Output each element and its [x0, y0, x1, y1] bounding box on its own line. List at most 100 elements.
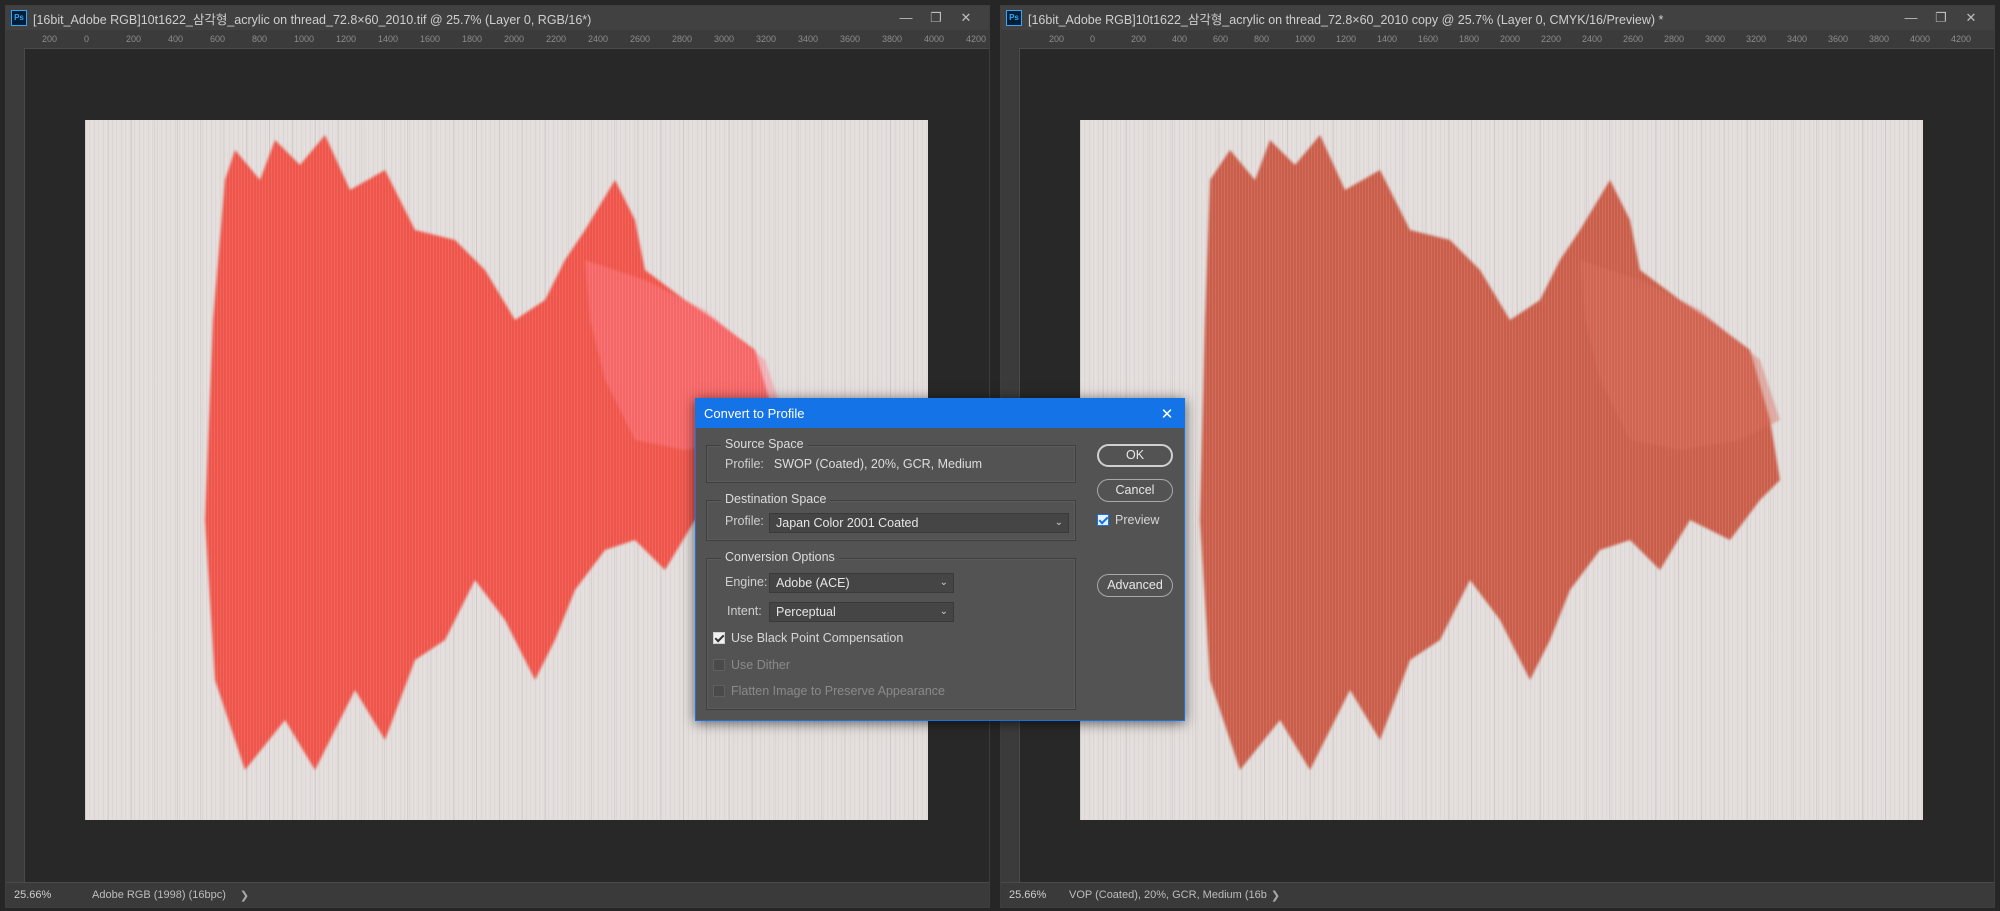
ruler-tick-label: 2400 [588, 34, 609, 44]
status-bar: 25.66% VOP (Coated), 20%, GCR, Medium (1… [1001, 882, 1994, 907]
destination-profile-label: Profile: [725, 514, 764, 528]
checkbox-icon [713, 685, 725, 697]
ruler-tick-label: 3000 [1705, 34, 1726, 44]
ruler-tick-label: 200 [126, 34, 142, 44]
ruler-corner[interactable] [6, 30, 24, 48]
convert-to-profile-dialog[interactable]: Convert to Profile ✕ Source Space Profil… [695, 398, 1185, 721]
destination-space-group: Destination Space Profile: Japan Color 2… [706, 492, 1076, 541]
ruler-corner[interactable] [1001, 30, 1019, 48]
ruler-tick-label: 3000 [714, 34, 735, 44]
ruler-tick-label: 2600 [1623, 34, 1644, 44]
intent-select[interactable]: Perceptual ⌄ [769, 602, 954, 622]
use-dither-checkbox: Use Dither [713, 658, 790, 672]
conversion-options-label: Conversion Options [721, 550, 839, 564]
ruler-tick-label: 800 [1254, 34, 1270, 44]
ruler-tick-label: 1800 [462, 34, 483, 44]
flatten-image-checkbox: Flatten Image to Preserve Appearance [713, 684, 945, 698]
zoom-level[interactable]: 25.66% [1001, 889, 1067, 901]
ruler-tick-label: 0 [84, 34, 90, 44]
ruler-tick-label: 3200 [1746, 34, 1767, 44]
chevron-down-icon: ⌄ [1054, 517, 1063, 528]
minimize-icon[interactable]: — [891, 10, 921, 26]
ruler-tick-label: 200 [42, 34, 58, 44]
black-point-compensation-checkbox[interactable]: Use Black Point Compensation [713, 631, 903, 645]
horizontal-ruler[interactable]: 200 0 200 400 600 800 1000 1200 1400 1600 1800 2000… [1019, 30, 1994, 49]
close-icon[interactable]: ✕ [1956, 10, 1986, 26]
document-profile-info: VOP (Coated), 20%, GCR, Medium (16b [1069, 889, 1267, 901]
artwork-image [1080, 120, 1923, 820]
close-icon[interactable]: ✕ [951, 10, 981, 26]
conversion-options-group: Conversion Options Engine: Adobe (ACE) ⌄… [706, 550, 1076, 710]
use-dither-label: Use Dither [731, 658, 791, 672]
ruler-tick-label: 600 [210, 34, 226, 44]
ruler-tick-label: 200 [1131, 34, 1147, 44]
ruler-tick-label: 3800 [1869, 34, 1890, 44]
ruler-tick-label: 200 [1049, 34, 1065, 44]
document-title: [16bit_Adobe RGB]10t1622_삼각형_acrylic on … [1028, 12, 1664, 27]
ruler-tick-label: 2800 [1664, 34, 1685, 44]
ruler-tick-label: 3200 [756, 34, 777, 44]
ruler-tick-label: 1200 [336, 34, 357, 44]
intent-value: Perceptual [776, 605, 836, 619]
ok-button[interactable]: OK [1097, 444, 1173, 467]
ruler-tick-label: 1600 [1418, 34, 1439, 44]
checkbox-icon[interactable] [1097, 514, 1109, 526]
ruler-tick-label: 3600 [840, 34, 861, 44]
ruler-tick-label: 600 [1213, 34, 1229, 44]
ruler-tick-label: 2200 [546, 34, 567, 44]
ruler-tick-label: 3400 [1787, 34, 1808, 44]
ruler-tick-label: 2400 [1582, 34, 1603, 44]
chevron-down-icon: ⌄ [939, 606, 948, 617]
ruler-tick-label: 4200 [966, 34, 987, 44]
ruler-tick-label: 4200 [1951, 34, 1972, 44]
ruler-tick-label: 1600 [420, 34, 441, 44]
restore-icon[interactable]: ❐ [1926, 10, 1956, 26]
advanced-button[interactable]: Advanced [1097, 574, 1173, 597]
ruler-tick-label: 1000 [1295, 34, 1316, 44]
minimize-icon[interactable]: — [1896, 10, 1926, 26]
chevron-right-icon[interactable]: ❯ [1271, 889, 1280, 902]
checkbox-icon[interactable] [713, 632, 725, 644]
paint-shape [1200, 135, 1780, 770]
destination-profile-select[interactable]: Japan Color 2001 Coated ⌄ [769, 513, 1069, 533]
chevron-right-icon[interactable]: ❯ [240, 889, 249, 902]
black-point-compensation-label: Use Black Point Compensation [731, 631, 904, 645]
ruler-tick-label: 1400 [378, 34, 399, 44]
ruler-tick-label: 800 [252, 34, 268, 44]
dialog-titlebar[interactable]: Convert to Profile ✕ [696, 399, 1184, 428]
intent-label: Intent: [727, 604, 762, 618]
ruler-tick-label: 3800 [882, 34, 903, 44]
source-profile-value: SWOP (Coated), 20%, GCR, Medium [773, 457, 983, 471]
engine-select[interactable]: Adobe (ACE) ⌄ [769, 573, 954, 593]
ruler-tick-label: 0 [1090, 34, 1096, 44]
checkbox-icon [713, 659, 725, 671]
preview-checkbox[interactable]: Preview [1097, 513, 1159, 527]
document-titlebar[interactable]: Ps [16bit_Adobe RGB]10t1622_삼각형_acrylic … [1001, 6, 1994, 30]
source-profile-label: Profile: [725, 457, 764, 471]
photoshop-icon: Ps [11, 10, 27, 26]
ruler-tick-label: 2000 [1500, 34, 1521, 44]
document-title: [16bit_Adobe RGB]10t1622_삼각형_acrylic on … [33, 12, 592, 27]
preview-label: Preview [1115, 513, 1160, 527]
ruler-tick-label: 2200 [1541, 34, 1562, 44]
ruler-tick-label: 3400 [798, 34, 819, 44]
zoom-level[interactable]: 25.66% [6, 889, 72, 901]
restore-icon[interactable]: ❐ [921, 10, 951, 26]
paint-area-cmyk [1200, 135, 1780, 770]
destination-space-label: Destination Space [721, 492, 831, 506]
dialog-title: Convert to Profile [704, 406, 805, 421]
ruler-tick-label: 3600 [1828, 34, 1849, 44]
cancel-button[interactable]: Cancel [1097, 479, 1173, 502]
status-bar: 25.66% Adobe RGB (1998) (16bpc) ❯ [6, 882, 989, 907]
ruler-tick-label: 4000 [1910, 34, 1931, 44]
horizontal-ruler[interactable]: 200 0 200 400 600 800 1000 1200 1400 1600 1800 2000… [24, 30, 989, 49]
ruler-tick-label: 1400 [1377, 34, 1398, 44]
ruler-tick-label: 1800 [1459, 34, 1480, 44]
chevron-down-icon: ⌄ [939, 577, 948, 588]
vertical-ruler[interactable] [6, 48, 25, 883]
ruler-tick-label: 2600 [630, 34, 651, 44]
close-icon[interactable]: ✕ [1150, 405, 1184, 423]
document-titlebar[interactable]: Ps [16bit_Adobe RGB]10t1622_삼각형_acrylic … [6, 6, 989, 30]
ruler-tick-label: 1200 [1336, 34, 1357, 44]
ruler-tick-label: 400 [1172, 34, 1188, 44]
